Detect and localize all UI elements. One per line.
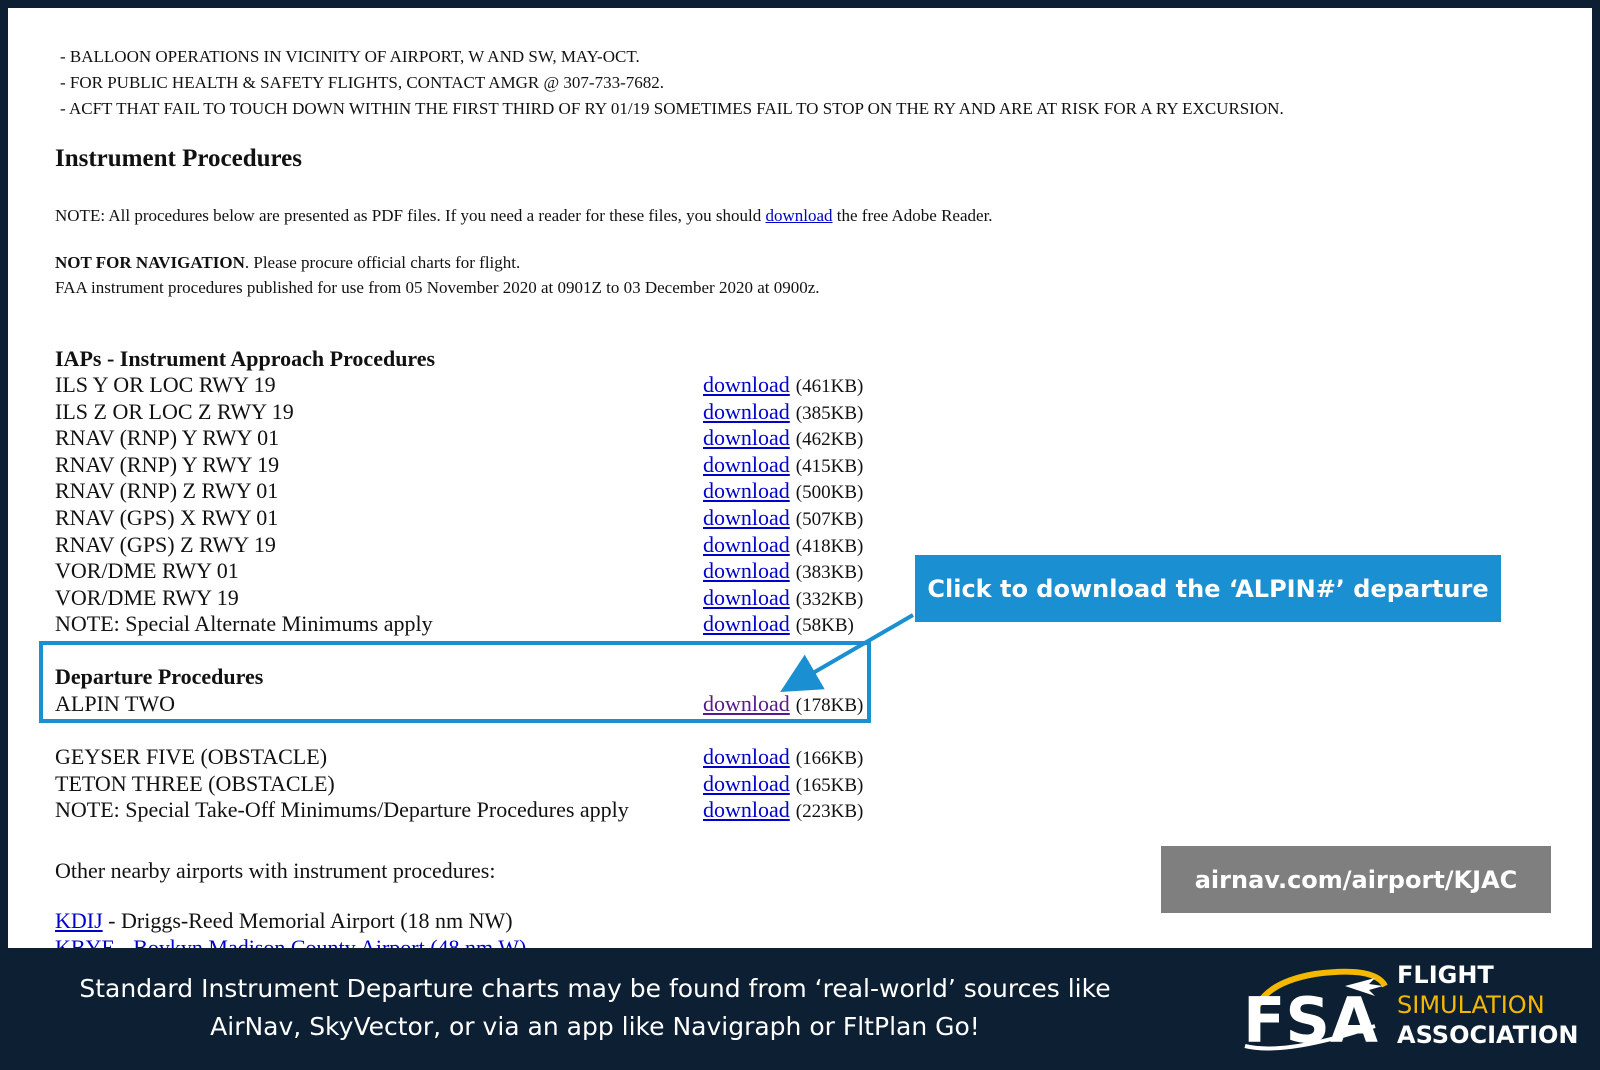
fsa-wordmark: FLIGHT SIMULATION ASSOCIATION (1397, 960, 1579, 1050)
footer-caption: Standard Instrument Departure charts may… (20, 958, 1170, 1058)
fsa-letters: FSA (1243, 984, 1378, 1057)
callout-arrow-icon (780, 613, 915, 693)
footer-caption-line: AirNav, SkyVector, or via an app like Na… (210, 1012, 980, 1041)
source-url-label: airnav.com/airport/KJAC (1161, 846, 1551, 913)
webpage-screenshot: - BALLOON OPERATIONS IN VICINITY OF AIRP… (8, 8, 1592, 948)
logo-word-association: ASSOCIATION (1397, 1021, 1579, 1049)
fsa-emblem-icon: FSA (1243, 968, 1388, 1057)
logo-word-simulation: SIMULATION (1397, 991, 1545, 1019)
logo-word-flight: FLIGHT (1397, 961, 1494, 989)
footer-caption-line: Standard Instrument Departure charts may… (79, 974, 1111, 1003)
footer-banner: Standard Instrument Departure charts may… (0, 948, 1600, 1070)
fsa-logo: FSA FLIGHT SIMULATION ASSOCIATION (1225, 956, 1585, 1062)
